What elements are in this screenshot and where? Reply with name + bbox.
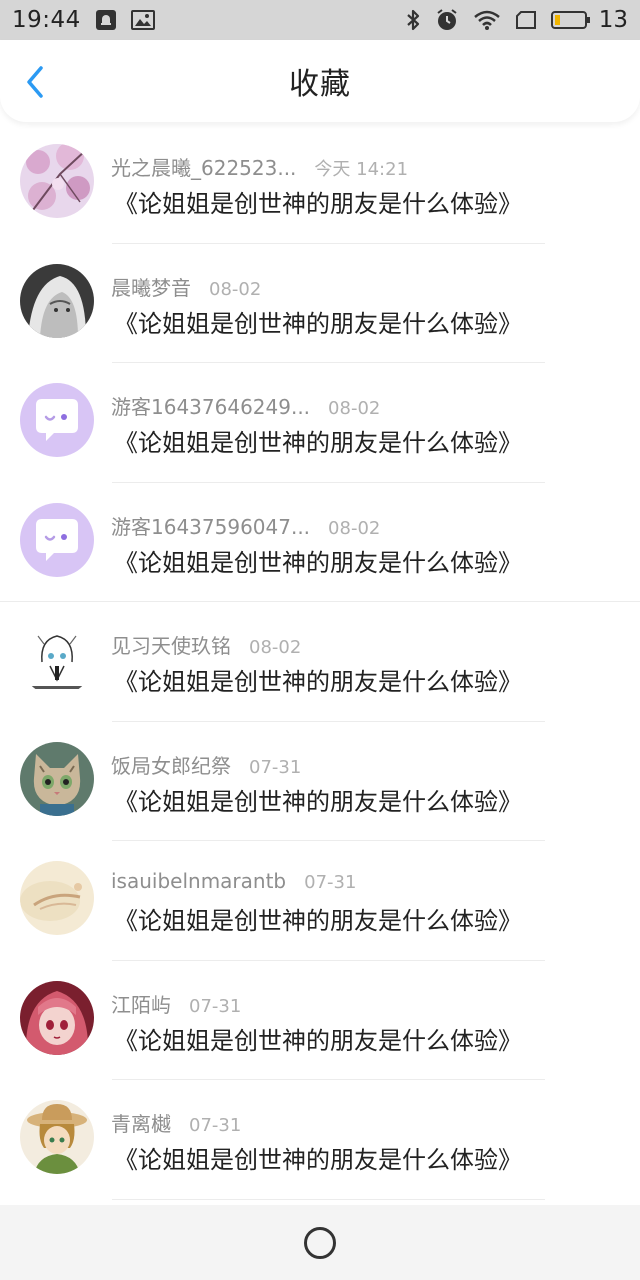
item-title[interactable]: 《论姐姐是创世神的朋友是什么体验》 [114,1140,522,1175]
item-title[interactable]: 《论姐姐是创世神的朋友是什么体验》 [114,304,522,339]
sakura-avatar[interactable] [20,144,94,218]
item-title[interactable]: 《论姐姐是创世神的朋友是什么体验》 [114,184,522,219]
notification-icon [95,9,117,31]
status-time: 19:44 [12,7,81,33]
back-button[interactable] [20,64,50,100]
list-item[interactable]: 游客16437646249... 08-02 《论姐姐是创世神的朋友是什么体验》 [0,363,640,483]
list-item[interactable]: isauibelnmarantb 07-31 《论姐姐是创世神的朋友是什么体验》 [0,841,640,961]
page-title: 收藏 [289,67,351,102]
item-title[interactable]: 《论姐姐是创世神的朋友是什么体验》 [114,782,522,817]
item-time: 07-31 [189,995,242,1017]
wifi-icon [473,9,501,31]
beige-landscape-avatar[interactable] [20,861,94,935]
divider [112,1198,545,1200]
item-author[interactable]: 游客16437596047... [111,511,310,540]
item-time: 今天 14:21 [314,159,409,180]
sketch-character-avatar[interactable] [20,622,94,696]
item-time: 07-31 [249,756,302,778]
battery-level: 13 [598,7,628,33]
status-bar: 19:44 13 [0,0,640,40]
item-time: 08-02 [328,398,381,419]
list-item[interactable]: 晨曦梦音 08-02 《论姐姐是创世神的朋友是什么体验》 [0,244,640,363]
item-time: 08-02 [249,637,302,658]
cat-avatar[interactable] [20,741,94,816]
item-title[interactable]: 《论姐姐是创世神的朋友是什么体验》 [114,1021,522,1056]
item-title[interactable]: 《论姐姐是创世神的朋友是什么体验》 [114,662,522,697]
list-item[interactable]: 饭局女郎纪祭 07-31 《论姐姐是创世神的朋友是什么体验》 [0,722,640,841]
header: 收藏 [0,40,640,122]
image-icon [130,10,155,30]
navigation-bar [0,1205,640,1280]
back-chevron-icon [27,66,43,98]
item-author[interactable]: 饭局女郎纪祭 [111,750,231,779]
item-time: 08-02 [328,517,381,539]
home-circle-icon[interactable] [304,1226,336,1259]
list-item[interactable]: 游客16437596047... 08-02 《论姐姐是创世神的朋友是什么体验》 [0,483,640,602]
item-author[interactable]: 晨曦梦音 [111,272,191,301]
list-item[interactable]: 见习天使玖铭 08-02 《论姐姐是创世神的朋友是什么体验》 [0,602,640,722]
straw-hat-anime-avatar[interactable] [20,1100,94,1174]
item-author[interactable]: isauibelnmarantb [111,869,286,893]
bluetooth-icon [405,8,421,32]
favorites-list: 光之晨曦_622523... 今天 14:21 《论姐姐是创世神的朋友是什么体验… [0,124,640,1200]
item-author[interactable]: 光之晨曦_622523... [111,152,296,181]
anime-gray-avatar[interactable] [20,263,94,338]
item-time: 07-31 [189,1115,242,1136]
item-author[interactable]: 青离樾 [111,1108,171,1137]
item-title[interactable]: 《论姐姐是创世神的朋友是什么体验》 [114,423,522,458]
list-item[interactable]: 青离樾 07-31 《论姐姐是创世神的朋友是什么体验》 [0,1080,640,1200]
item-time: 08-02 [209,278,262,300]
item-time: 07-31 [304,872,357,893]
pink-hair-anime-avatar[interactable] [20,980,94,1055]
list-item[interactable]: 光之晨曦_622523... 今天 14:21 《论姐姐是创世神的朋友是什么体验… [0,124,640,244]
item-author[interactable]: 江陌屿 [111,989,171,1018]
battery-icon [550,10,591,30]
alarm-icon [435,8,459,32]
default-chat-avatar[interactable] [20,383,94,457]
list-item[interactable]: 江陌屿 07-31 《论姐姐是创世神的朋友是什么体验》 [0,961,640,1080]
item-author[interactable]: 游客16437646249... [111,391,310,420]
item-title[interactable]: 《论姐姐是创世神的朋友是什么体验》 [114,901,522,936]
sim-icon [515,10,537,30]
default-chat-avatar[interactable] [20,502,94,577]
item-author[interactable]: 见习天使玖铭 [111,630,231,659]
item-title[interactable]: 《论姐姐是创世神的朋友是什么体验》 [114,543,522,578]
